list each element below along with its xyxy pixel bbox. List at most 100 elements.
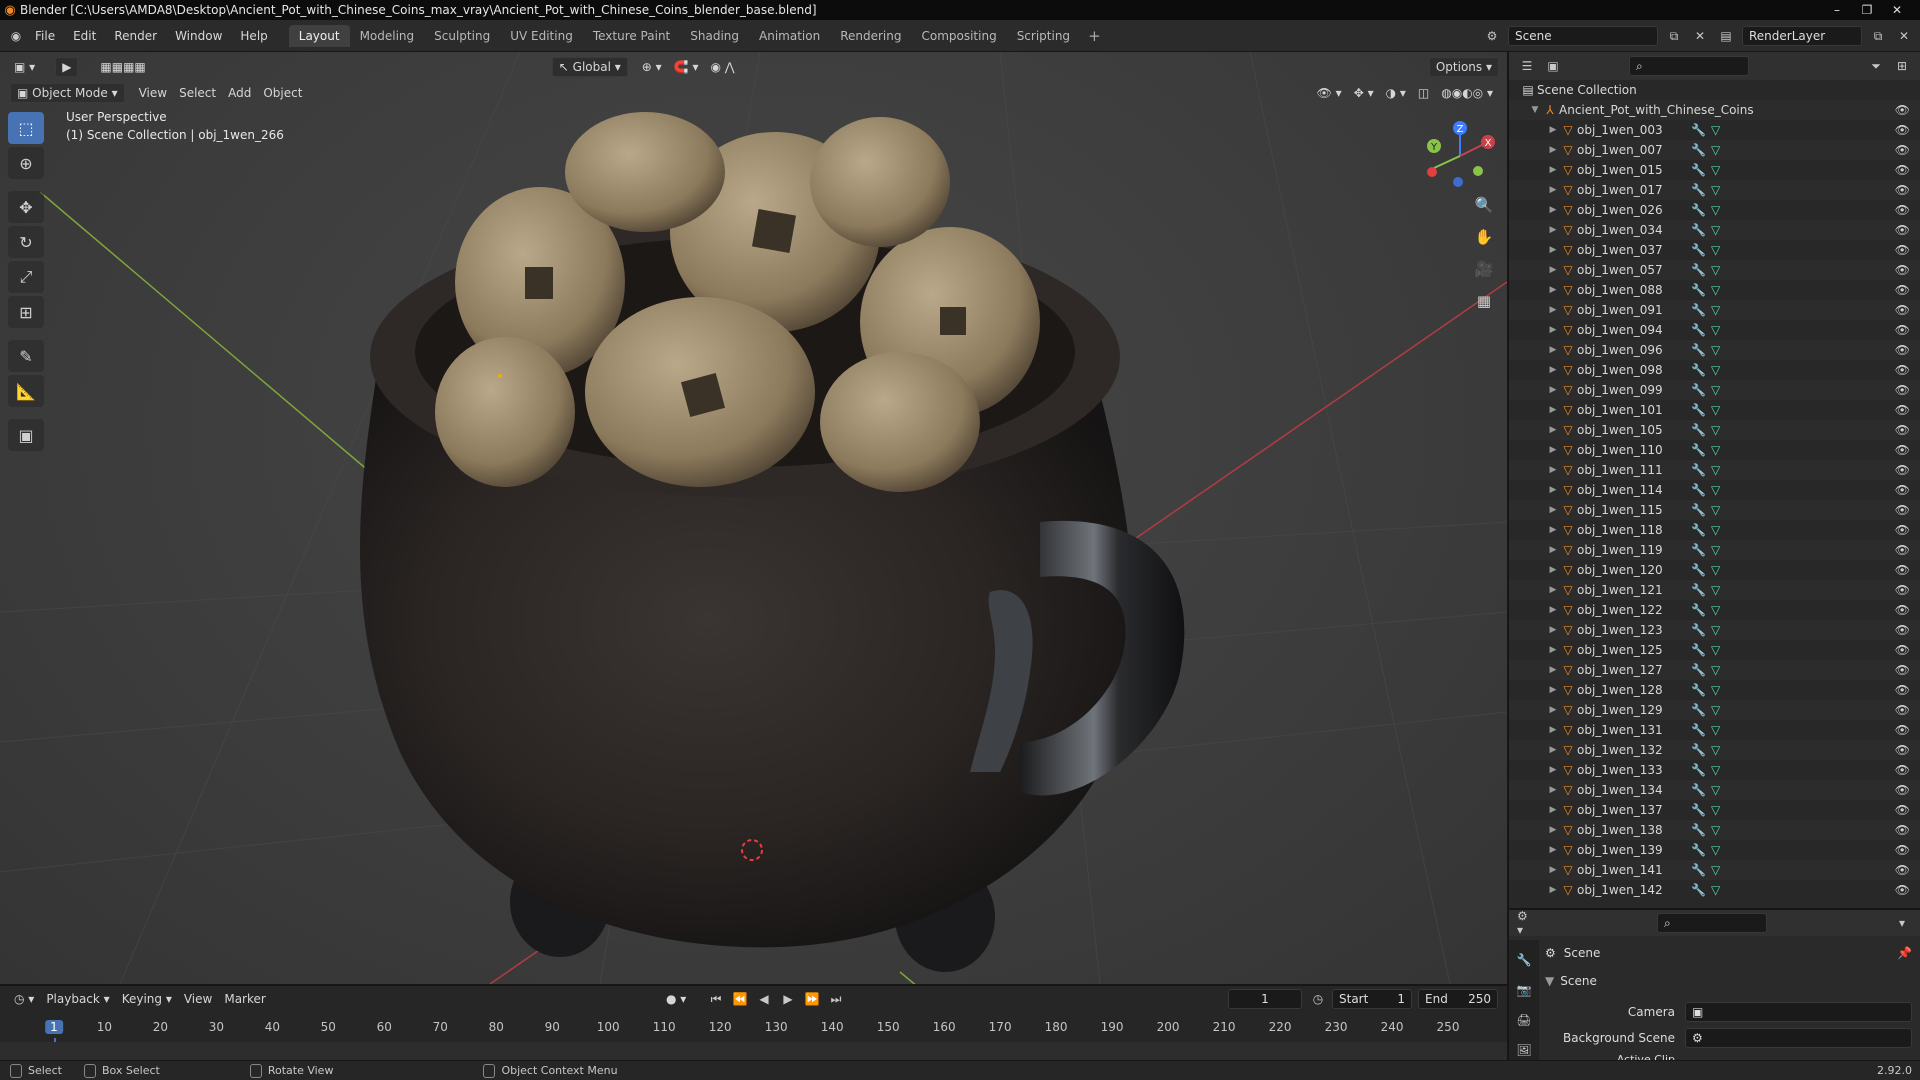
outliner-object-row[interactable]: ▶ ▽ obj_1wen_110 🔧 ▽ 👁 xyxy=(1509,440,1920,460)
outliner-object-row[interactable]: ▶ ▽ obj_1wen_129 🔧 ▽ 👁 xyxy=(1509,700,1920,720)
mesh-data-icon[interactable]: ▽ xyxy=(1711,203,1720,217)
mesh-data-icon[interactable]: ▽ xyxy=(1711,503,1720,517)
modifier-wrench-icon[interactable]: 🔧 xyxy=(1691,763,1706,777)
mesh-data-icon[interactable]: ▽ xyxy=(1711,123,1720,137)
modifier-wrench-icon[interactable]: 🔧 xyxy=(1691,163,1706,177)
tab-texture-paint[interactable]: Texture Paint xyxy=(583,25,680,47)
visibility-eye-icon[interactable]: 👁 xyxy=(1895,203,1910,217)
expand-arrow-icon[interactable]: ▶ xyxy=(1547,705,1559,715)
options-dropdown[interactable]: Options ▾ xyxy=(1428,57,1499,77)
outliner-object-row[interactable]: ▶ ▽ obj_1wen_142 🔧 ▽ 👁 xyxy=(1509,880,1920,900)
outliner-object-row[interactable]: ▶ ▽ obj_1wen_034 🔧 ▽ 👁 xyxy=(1509,220,1920,240)
outliner-object-row[interactable]: ▶ ▽ obj_1wen_088 🔧 ▽ 👁 xyxy=(1509,280,1920,300)
mesh-data-icon[interactable]: ▽ xyxy=(1711,663,1720,677)
select-tool-icon[interactable]: ▶ xyxy=(55,57,79,77)
outliner-object-row[interactable]: ▶ ▽ obj_1wen_096 🔧 ▽ 👁 xyxy=(1509,340,1920,360)
menu-add[interactable]: Add xyxy=(222,83,257,103)
collection-row[interactable]: ▼ ⅄ Ancient_Pot_with_Chinese_Coins 👁 xyxy=(1509,100,1920,120)
modifier-wrench-icon[interactable]: 🔧 xyxy=(1691,423,1706,437)
outliner-object-row[interactable]: ▶ ▽ obj_1wen_119 🔧 ▽ 👁 xyxy=(1509,540,1920,560)
visibility-eye-icon[interactable]: 👁 xyxy=(1895,483,1910,497)
select-box-tool-icon[interactable]: ⬚ xyxy=(8,112,44,144)
visibility-eye-icon[interactable]: 👁 xyxy=(1895,783,1910,797)
expand-arrow-icon[interactable]: ▶ xyxy=(1547,725,1559,735)
visibility-eye-icon[interactable]: 👁 xyxy=(1895,163,1910,177)
blender-menu-icon[interactable]: ◉ xyxy=(6,26,26,46)
new-collection-icon[interactable]: ⊞ xyxy=(1892,56,1912,76)
modifier-wrench-icon[interactable]: 🔧 xyxy=(1691,663,1706,677)
3d-viewport[interactable]: ▣ ▾ ▶ ▦▦▦▦ ↖ Global ▾ ⊕ ▾ 🧲 ▾ ◉ ⋀ Option… xyxy=(0,52,1507,984)
visibility-eye-icon[interactable]: 👁 xyxy=(1895,283,1910,297)
mesh-data-icon[interactable]: ▽ xyxy=(1711,583,1720,597)
visibility-eye-icon[interactable]: 👁 xyxy=(1895,463,1910,477)
outliner-object-row[interactable]: ▶ ▽ obj_1wen_125 🔧 ▽ 👁 xyxy=(1509,640,1920,660)
restore-icon[interactable]: ❐ xyxy=(1852,0,1882,20)
expand-arrow-icon[interactable]: ▶ xyxy=(1547,825,1559,835)
expand-arrow-icon[interactable]: ▶ xyxy=(1547,305,1559,315)
pan-hand-icon[interactable]: ✋ xyxy=(1470,224,1498,250)
outliner-object-row[interactable]: ▶ ▽ obj_1wen_132 🔧 ▽ 👁 xyxy=(1509,740,1920,760)
visibility-eye-icon[interactable]: 👁 xyxy=(1895,723,1910,737)
minimize-icon[interactable]: – xyxy=(1822,0,1852,20)
jump-start-icon[interactable]: ⏮ xyxy=(706,989,726,1009)
menu-window[interactable]: Window xyxy=(166,20,231,52)
mesh-data-icon[interactable]: ▽ xyxy=(1711,743,1720,757)
menu-marker[interactable]: Marker xyxy=(218,989,271,1009)
editor-type-icon[interactable]: ⚙ ▾ xyxy=(1517,909,1537,937)
clock-icon[interactable]: ◷ xyxy=(1308,989,1328,1009)
outliner-object-row[interactable]: ▶ ▽ obj_1wen_121 🔧 ▽ 👁 xyxy=(1509,580,1920,600)
outliner-object-row[interactable]: ▶ ▽ obj_1wen_122 🔧 ▽ 👁 xyxy=(1509,600,1920,620)
output-tab-icon[interactable]: 🖨 xyxy=(1514,1010,1534,1030)
mesh-data-icon[interactable]: ▽ xyxy=(1711,263,1720,277)
visibility-eye-icon[interactable]: 👁 xyxy=(1895,303,1910,317)
visibility-eye-icon[interactable]: 👁 xyxy=(1895,763,1910,777)
visibility-eye-icon[interactable]: 👁 xyxy=(1895,843,1910,857)
modifier-wrench-icon[interactable]: 🔧 xyxy=(1691,683,1706,697)
mesh-data-icon[interactable]: ▽ xyxy=(1711,223,1720,237)
expand-arrow-icon[interactable]: ▶ xyxy=(1547,665,1559,675)
outliner-object-row[interactable]: ▶ ▽ obj_1wen_131 🔧 ▽ 👁 xyxy=(1509,720,1920,740)
modifier-wrench-icon[interactable]: 🔧 xyxy=(1691,243,1706,257)
outliner-object-row[interactable]: ▶ ▽ obj_1wen_017 🔧 ▽ 👁 xyxy=(1509,180,1920,200)
editor-type-icon[interactable]: ◷ ▾ xyxy=(8,989,40,1009)
modifier-wrench-icon[interactable]: 🔧 xyxy=(1691,603,1706,617)
mesh-data-icon[interactable]: ▽ xyxy=(1711,183,1720,197)
modifier-wrench-icon[interactable]: 🔧 xyxy=(1691,703,1706,717)
mesh-data-icon[interactable]: ▽ xyxy=(1711,643,1720,657)
current-frame-field[interactable]: 1 xyxy=(1228,989,1302,1009)
modifier-wrench-icon[interactable]: 🔧 xyxy=(1691,463,1706,477)
display-mode-icon[interactable]: ▣ xyxy=(1543,56,1563,76)
menu-view[interactable]: View xyxy=(133,83,173,103)
modifier-wrench-icon[interactable]: 🔧 xyxy=(1691,323,1706,337)
modifier-wrench-icon[interactable]: 🔧 xyxy=(1691,143,1706,157)
expand-arrow-icon[interactable]: ▶ xyxy=(1547,185,1559,195)
chevron-down-icon[interactable]: ▾ xyxy=(1892,913,1912,933)
pin-icon[interactable]: 📌 xyxy=(1897,946,1912,960)
visibility-eye-icon[interactable]: 👁 xyxy=(1895,663,1910,677)
visibility-eye-icon[interactable]: 👁 xyxy=(1895,223,1910,237)
tab-scripting[interactable]: Scripting xyxy=(1007,25,1080,47)
mode-dropdown[interactable]: ▣ Object Mode ▾ xyxy=(10,83,125,103)
expand-arrow-icon[interactable]: ▶ xyxy=(1547,645,1559,655)
outliner-object-row[interactable]: ▶ ▽ obj_1wen_139 🔧 ▽ 👁 xyxy=(1509,840,1920,860)
expand-arrow-icon[interactable]: ▶ xyxy=(1547,205,1559,215)
shading-modes-icon[interactable]: ◍◉◐◎ ▾ xyxy=(1435,83,1499,103)
rotate-tool-icon[interactable]: ↻ xyxy=(8,226,44,258)
mesh-data-icon[interactable]: ▽ xyxy=(1711,323,1720,337)
expand-arrow-icon[interactable]: ▶ xyxy=(1547,365,1559,375)
expand-arrow-icon[interactable]: ▶ xyxy=(1547,325,1559,335)
render-tab-icon[interactable]: 📷 xyxy=(1514,980,1534,1000)
expand-arrow-icon[interactable]: ▶ xyxy=(1547,485,1559,495)
visibility-eye-icon[interactable]: 👁 xyxy=(1895,583,1910,597)
tab-modeling[interactable]: Modeling xyxy=(350,25,425,47)
visibility-eye-icon[interactable]: 👁 xyxy=(1895,503,1910,517)
visibility-eye-icon[interactable]: 👁 xyxy=(1895,883,1910,897)
modifier-wrench-icon[interactable]: 🔧 xyxy=(1691,263,1706,277)
jump-end-icon[interactable]: ⏭ xyxy=(826,989,846,1009)
annotate-tool-icon[interactable]: ✎ xyxy=(8,340,44,372)
modifier-wrench-icon[interactable]: 🔧 xyxy=(1691,363,1706,377)
menu-select[interactable]: Select xyxy=(173,83,222,103)
expand-arrow-icon[interactable]: ▶ xyxy=(1547,445,1559,455)
expand-arrow-icon[interactable]: ▶ xyxy=(1547,265,1559,275)
visibility-eye-icon[interactable]: 👁 xyxy=(1895,383,1910,397)
